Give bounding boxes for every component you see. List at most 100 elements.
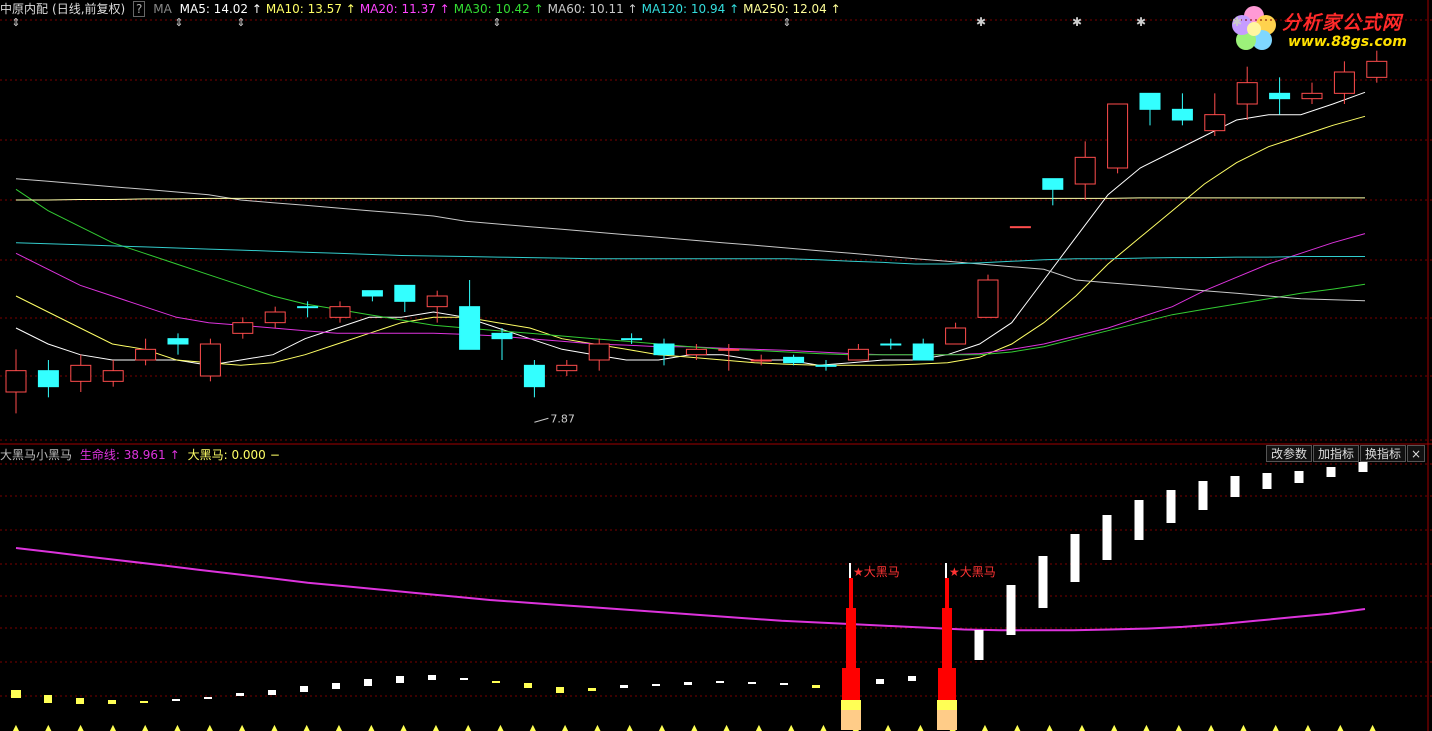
bottom-tick: ▲ xyxy=(562,723,569,731)
split-marker: ⇕ xyxy=(236,16,245,29)
bottom-tick: ▲ xyxy=(917,723,924,731)
star-marker: ✱ xyxy=(1232,15,1242,29)
indicator-small-bar xyxy=(588,688,596,691)
star-marker: ✱ xyxy=(1136,15,1146,29)
candle-body xyxy=(912,343,934,361)
candle-body xyxy=(588,343,610,361)
indicator-rising-bar xyxy=(1326,467,1336,477)
indicator-rising-bar xyxy=(1134,500,1144,540)
bottom-tick: ▲ xyxy=(885,723,892,731)
indicator-small-bar xyxy=(684,682,692,685)
split-marker: ⇕ xyxy=(11,16,20,29)
indicator-rising-bar xyxy=(1230,476,1240,497)
low-pointer xyxy=(534,417,549,423)
candle-body xyxy=(1301,92,1323,100)
bottom-tick: ▲ xyxy=(1305,723,1312,731)
indicator-small-bar xyxy=(268,690,276,695)
candle-body xyxy=(135,348,157,361)
candle-body xyxy=(880,343,902,346)
candle-body xyxy=(750,359,772,362)
candle-body xyxy=(37,370,59,388)
indicator-rising-bar xyxy=(1102,515,1112,560)
indicator-rising-bar xyxy=(1358,462,1368,472)
candle-body xyxy=(70,364,92,382)
bottom-tick: ▲ xyxy=(13,723,20,731)
indicator-small-bar xyxy=(908,676,916,681)
candle-body xyxy=(815,364,837,367)
bottom-tick: ▲ xyxy=(820,723,827,731)
indicator-small-bar xyxy=(236,693,244,696)
ma60-line xyxy=(15,178,1366,302)
indicator-rising-bar xyxy=(1166,490,1176,523)
indicator-small-bar xyxy=(300,686,308,692)
low-price-label: 7.87 xyxy=(550,412,575,425)
top-markers: ⇕ ⇕ ⇕ ⇕ ⇕ ✱ ✱ ✱ ✱ xyxy=(11,15,1242,29)
bottom-tick: ▲ xyxy=(401,723,408,731)
candle-body xyxy=(1074,156,1096,185)
indicator-small-bar xyxy=(652,684,660,686)
candle-body xyxy=(426,295,448,308)
candle-body xyxy=(102,370,124,382)
indicator-rising-bar xyxy=(1262,473,1272,489)
split-marker: ⇕ xyxy=(782,16,791,29)
ma120-line xyxy=(15,242,1365,265)
signal-label: ★大黑马 xyxy=(853,565,900,579)
indicator-small-bar xyxy=(556,687,564,693)
candle-body xyxy=(1171,108,1193,121)
star-marker: ✱ xyxy=(976,15,986,29)
candle-body xyxy=(653,343,675,356)
candle-body xyxy=(459,306,481,350)
candle-body xyxy=(264,311,286,324)
bottom-tick: ▲ xyxy=(207,723,214,731)
candle-body xyxy=(523,364,545,388)
split-marker: ⇕ xyxy=(492,16,501,29)
candle-body xyxy=(945,327,967,345)
bottom-tick: ▲ xyxy=(1370,723,1377,731)
indicator-small-bar xyxy=(492,681,500,683)
signal-red-body xyxy=(938,668,956,700)
ma5-line xyxy=(15,91,1366,366)
candle-body xyxy=(361,290,383,297)
star-marker: ✱ xyxy=(1072,15,1082,29)
bottom-tick: ▲ xyxy=(336,723,343,731)
bottom-tick: ▲ xyxy=(1143,723,1150,731)
indicator-rising-bar xyxy=(1294,471,1304,483)
signal-yellow xyxy=(937,700,957,710)
low-price-marker: 7.87 xyxy=(534,412,575,425)
bottom-tick: ▲ xyxy=(1176,723,1183,731)
chart-canvas[interactable]: ⇕ ⇕ ⇕ ⇕ ⇕ ✱ ✱ ✱ ✱ 7.87 ▲ ▲ ▲ ▲ ▲ ▲ ▲ ▲ ▲ ▲ ▲ ▲ ▲ ▲ ▲ ▲ ▲ ▲ ▲ ▲ ▲ ▲ ▲ ▲ ▲… xyxy=(0,0,1432,731)
candle-body xyxy=(232,322,254,334)
signal-label: ★大黑马 xyxy=(949,565,996,579)
signal-yellow xyxy=(841,700,861,710)
bottom-tick: ▲ xyxy=(1240,723,1247,731)
candle-body xyxy=(394,284,416,302)
candle-body xyxy=(5,370,27,393)
indicator-small-bar xyxy=(332,683,340,689)
signal-red-stem xyxy=(945,578,949,608)
bottom-tick: ▲ xyxy=(304,723,311,731)
indicator-small-bar xyxy=(11,690,21,698)
indicator-small-bar xyxy=(140,701,148,703)
candle-body xyxy=(167,338,189,345)
candle-body xyxy=(718,348,740,351)
signal-red-stem xyxy=(849,578,853,608)
candle-body xyxy=(1042,178,1064,190)
candle-body xyxy=(329,306,351,318)
ma10-line xyxy=(15,115,1366,366)
bottom-tick: ▲ xyxy=(142,723,149,731)
indicator-rising-bar xyxy=(1070,534,1080,582)
ma30-line xyxy=(15,188,1366,356)
bottom-tick: ▲ xyxy=(594,723,601,731)
candlesticks[interactable] xyxy=(5,50,1388,414)
bottom-tick: ▲ xyxy=(1208,723,1215,731)
candle-body xyxy=(1366,60,1388,78)
candle-body xyxy=(1204,114,1226,132)
bottom-tick: ▲ xyxy=(788,723,795,731)
bottom-tick: ▲ xyxy=(1014,723,1021,731)
candle-body xyxy=(1139,92,1161,110)
indicator-small-bar xyxy=(460,678,468,680)
bottom-tick: ▲ xyxy=(45,723,52,731)
signal-red-column xyxy=(846,608,856,668)
indicator-small-bar xyxy=(108,700,116,704)
candle-body xyxy=(297,306,319,309)
